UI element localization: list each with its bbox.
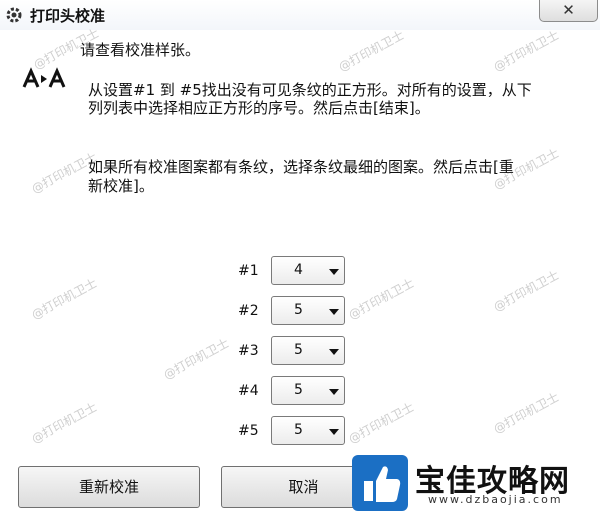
select-value: 5 [294,422,303,438]
dropdown-arrow-icon [329,309,339,315]
setting-label: #1 [238,263,259,279]
thumbs-up-logo-icon [352,455,408,511]
watermark: @打印机卫士 [491,27,562,75]
watermark: @打印机卫士 [29,399,100,447]
setting-2-select[interactable]: 5 [271,296,345,325]
watermark: @打印机卫士 [491,389,562,437]
brand-url: www.dzbaojia.com [428,493,563,506]
instruction-line: 如果所有校准图案都有条纹，选择条纹最细的图案。然后点击[重 [88,158,514,176]
setting-5-select[interactable]: 5 [271,416,345,445]
setting-label: #3 [238,343,259,359]
watermark: @打印机卫士 [29,275,100,323]
alignment-aa-icon [22,67,66,88]
setting-label: #5 [238,423,259,439]
printer-cog-icon [6,7,22,23]
select-value: 4 [294,262,303,278]
window-title: 打印头校准 [30,7,106,25]
instruction-line: 新校准]。 [88,177,154,195]
setting-label: #4 [238,383,259,399]
select-value: 5 [294,382,303,398]
watermark: @打印机卫士 [491,267,562,315]
watermark: @打印机卫士 [161,335,232,383]
setting-4-select[interactable]: 5 [271,376,345,405]
setting-label: #2 [238,303,259,319]
dropdown-arrow-icon [329,389,339,395]
setting-3-select[interactable]: 5 [271,336,345,365]
watermark: @打印机卫士 [346,275,417,323]
heading-text: 请查看校准样张。 [80,41,201,59]
close-button[interactable]: ✕ [539,0,598,22]
instruction-line: 列列表中选择相应正方形的序号。然后点击[结束]。 [88,99,430,117]
watermark: @打印机卫士 [336,27,407,75]
watermark: @打印机卫士 [346,399,417,447]
dropdown-arrow-icon [329,349,339,355]
dialog-body: @打印机卫士 @打印机卫士 @打印机卫士 @打印机卫士 @打印机卫士 @打印机卫… [0,26,600,512]
dropdown-arrow-icon [329,429,339,435]
setting-1-select[interactable]: 4 [271,256,345,285]
dropdown-arrow-icon [329,269,339,275]
recalibrate-button[interactable]: 重新校准 [18,466,200,508]
select-value: 5 [294,302,303,318]
select-value: 5 [294,342,303,358]
